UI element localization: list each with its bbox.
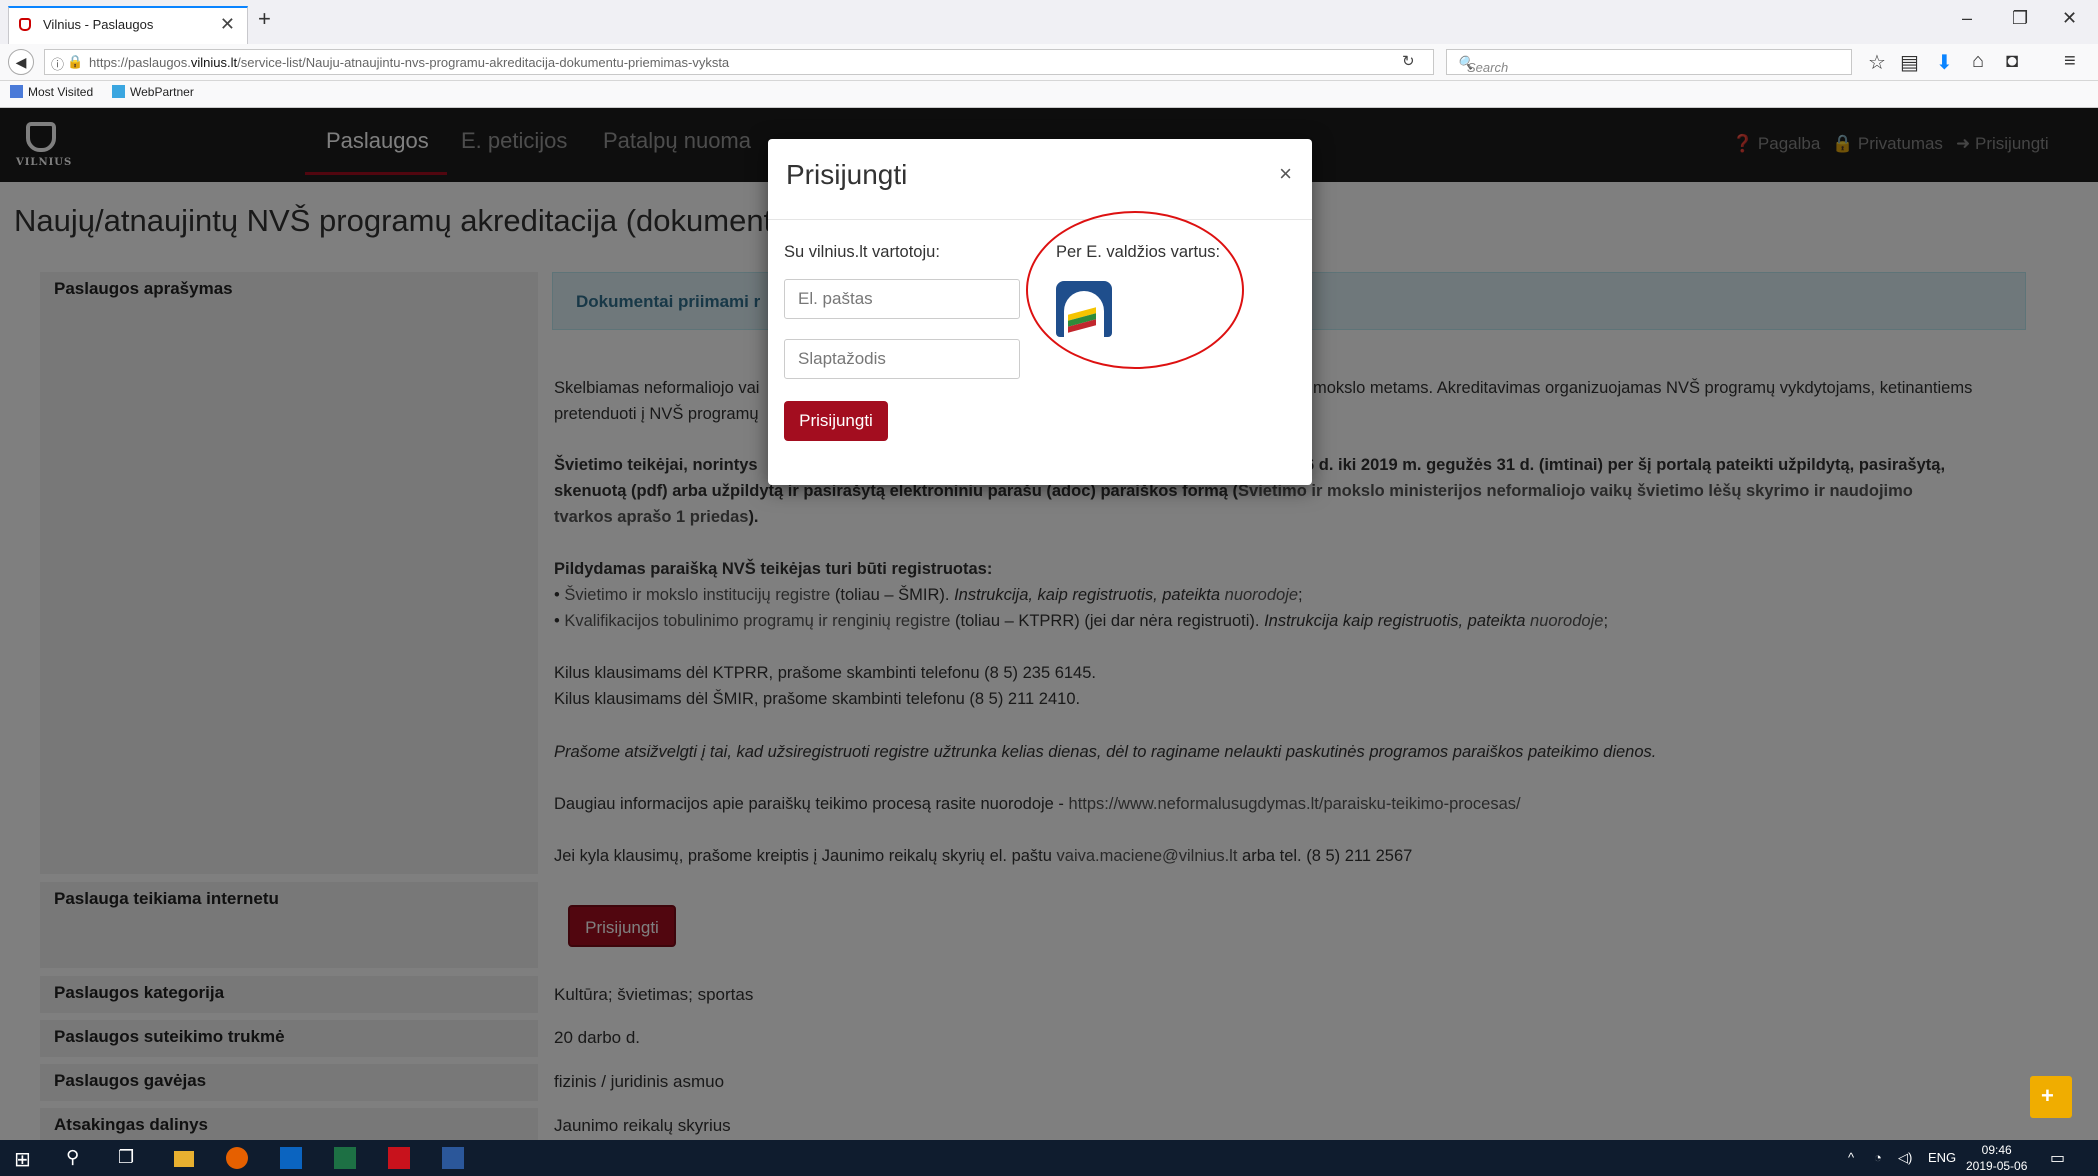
- feedback-button[interactable]: +: [2030, 1076, 2072, 1118]
- system-clock[interactable]: 09:46 2019-05-06: [1966, 1142, 2027, 1174]
- browser-tab-bar: Vilnius - Paslaugos ✕ + – ❐ ✕: [0, 0, 2098, 45]
- new-tab-button[interactable]: +: [258, 6, 271, 32]
- reading-list-icon[interactable]: ▤: [1900, 50, 1919, 75]
- search-placeholder: 🔍 Search: [1457, 55, 1509, 75]
- modal-divider: [768, 219, 1312, 220]
- word-icon[interactable]: [442, 1147, 464, 1169]
- pocket-icon[interactable]: ◘: [2006, 50, 2018, 73]
- password-field[interactable]: [784, 339, 1020, 379]
- url-bar[interactable]: ⓘ 🔒 https://paslaugos.vilnius.lt/service…: [44, 49, 1434, 75]
- email-field[interactable]: [784, 279, 1020, 319]
- bookmark-webpartner[interactable]: WebPartner: [112, 85, 194, 99]
- close-icon[interactable]: ×: [1279, 161, 1292, 187]
- login-modal: Prisijungti × Su vilnius.lt vartotoju: P…: [768, 139, 1312, 485]
- restore-button[interactable]: ❐: [2012, 8, 2028, 29]
- tray-chevron-icon[interactable]: ^: [1848, 1150, 1854, 1165]
- minimize-button[interactable]: –: [1962, 8, 1972, 29]
- network-icon[interactable]: ◔: [1874, 1150, 1882, 1165]
- plus-icon: +: [2041, 1083, 2054, 1108]
- back-arrow-icon[interactable]: ◀: [8, 49, 34, 75]
- volume-icon[interactable]: ◁): [1898, 1150, 1912, 1166]
- reload-icon[interactable]: ↻: [1402, 52, 1415, 70]
- modal-title: Prisijungti: [786, 159, 908, 190]
- close-window-button[interactable]: ✕: [2062, 8, 2077, 29]
- browser-tab[interactable]: Vilnius - Paslaugos ✕: [8, 6, 248, 44]
- clock-date: 2019-05-06: [1966, 1159, 2028, 1173]
- info-icon[interactable]: ⓘ: [51, 54, 64, 73]
- windows-taskbar: ⊞ ⚲ ❐ ^ ◔ ◁) ENG 09:46 2019-05-06 ▭: [0, 1140, 2098, 1176]
- notifications-icon[interactable]: ▭: [2050, 1148, 2065, 1168]
- language-indicator[interactable]: ENG: [1928, 1150, 1956, 1165]
- file-explorer-icon[interactable]: [174, 1151, 194, 1167]
- bookmark-most-visited[interactable]: Most Visited: [10, 85, 93, 99]
- bookmarks-bar: Most Visited WebPartner: [0, 81, 2098, 108]
- task-view-icon[interactable]: ❐: [118, 1147, 140, 1169]
- home-icon[interactable]: ⌂: [1972, 50, 1984, 73]
- search-icon[interactable]: ⚲: [66, 1147, 88, 1169]
- clock-time: 09:46: [1981, 1143, 2012, 1157]
- windows-start-icon[interactable]: ⊞: [14, 1147, 36, 1171]
- annotation-circle: [1026, 211, 1244, 369]
- tab-close-icon[interactable]: ✕: [220, 14, 235, 35]
- url-text: https://paslaugos.vilnius.lt/service-lis…: [89, 55, 730, 70]
- webpartner-icon: [112, 85, 125, 98]
- excel-icon[interactable]: [334, 1147, 356, 1169]
- tab-title: Vilnius - Paslaugos: [43, 17, 154, 32]
- acrobat-icon[interactable]: [388, 1147, 410, 1169]
- browser-search-input[interactable]: 🔍 Search: [1446, 49, 1852, 75]
- bookmark-star-icon[interactable]: ☆: [1868, 50, 1886, 75]
- download-icon[interactable]: ⬇: [1936, 50, 1953, 75]
- firefox-icon[interactable]: [226, 1147, 248, 1169]
- outlook-icon[interactable]: [280, 1147, 302, 1169]
- folder-icon: [10, 85, 23, 98]
- vilnius-favicon-icon: [19, 18, 31, 31]
- local-login-heading: Su vilnius.lt vartotoju:: [784, 243, 940, 261]
- menu-hamburger-icon[interactable]: ≡: [2064, 50, 2076, 73]
- lock-icon: 🔒: [67, 54, 84, 69]
- modal-login-button[interactable]: Prisijungti: [784, 401, 888, 441]
